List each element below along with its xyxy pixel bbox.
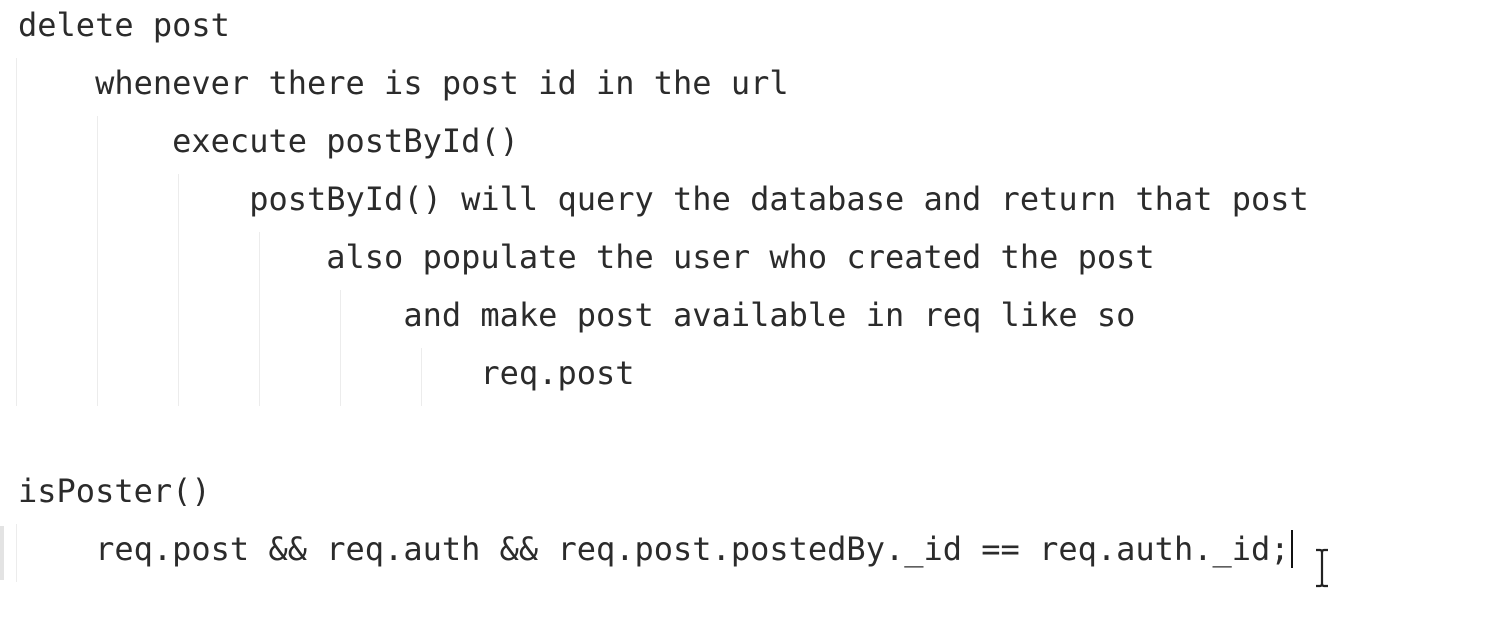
current-line-marker xyxy=(0,526,4,580)
code-line-text: isPoster() xyxy=(18,472,211,510)
code-line[interactable]: also populate the user who created the p… xyxy=(18,232,1155,290)
ibeam-pointer-icon xyxy=(1316,548,1328,588)
indent-guide xyxy=(16,524,17,582)
code-line[interactable]: isPoster() xyxy=(18,466,211,524)
code-line-text: whenever there is post id in the url xyxy=(18,64,789,102)
code-line[interactable]: req.post xyxy=(18,348,635,406)
code-line-text: req.post xyxy=(18,354,635,392)
code-line-text: also populate the user who created the p… xyxy=(18,238,1155,276)
code-line-text: postById() will query the database and r… xyxy=(18,180,1309,218)
text-editor[interactable]: delete post whenever there is post id in… xyxy=(0,0,1496,640)
code-line[interactable]: postById() will query the database and r… xyxy=(18,174,1309,232)
code-line-text: req.post && req.auth && req.post.postedB… xyxy=(18,530,1290,568)
code-line[interactable]: delete post xyxy=(18,0,230,58)
code-line[interactable]: execute postById() xyxy=(18,116,519,174)
code-line[interactable]: whenever there is post id in the url xyxy=(18,58,789,116)
code-line-text: and make post available in req like so xyxy=(18,296,1136,334)
code-line-text: delete post xyxy=(18,6,230,44)
text-cursor-icon xyxy=(1290,530,1293,568)
code-line-active[interactable]: req.post && req.auth && req.post.postedB… xyxy=(18,524,1293,582)
code-line[interactable]: and make post available in req like so xyxy=(18,290,1135,348)
code-line-text: execute postById() xyxy=(18,122,519,160)
indent-guide xyxy=(16,58,17,406)
